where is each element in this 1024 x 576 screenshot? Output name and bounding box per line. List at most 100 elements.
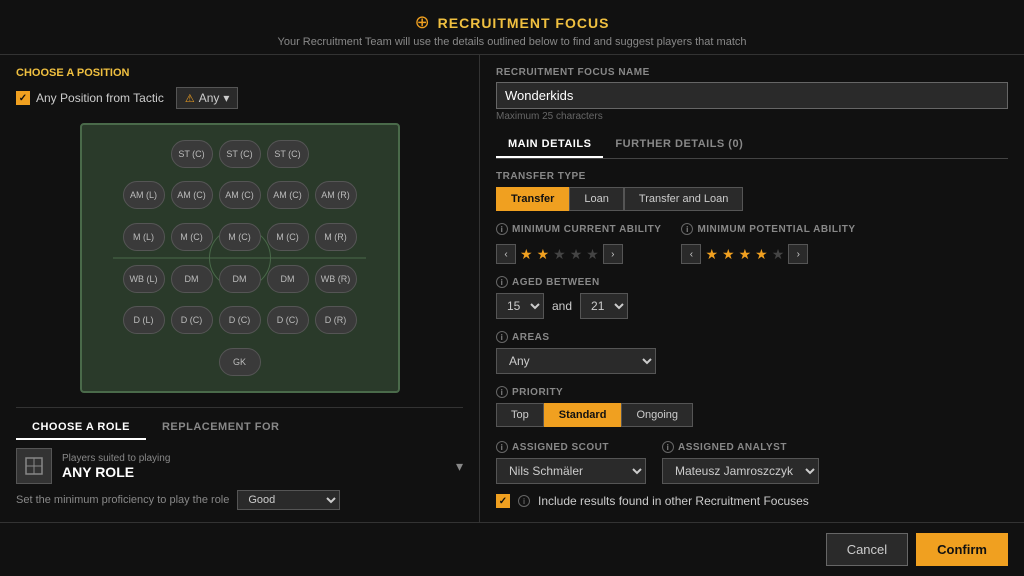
position-d-r[interactable]: D (R) <box>315 306 357 334</box>
cancel-button[interactable]: Cancel <box>826 533 908 566</box>
age-and-label: and <box>552 299 572 313</box>
role-dropdown-arrow[interactable]: ▾ <box>456 458 463 475</box>
star-current-1: ★ <box>520 246 533 263</box>
priority-top-btn[interactable]: Top <box>496 403 544 427</box>
position-am-r[interactable]: AM (R) <box>315 181 357 209</box>
position-d-c-2[interactable]: D (C) <box>219 306 261 334</box>
tab-main-details[interactable]: MAIN DETAILS <box>496 132 603 158</box>
position-am-c-1[interactable]: AM (C) <box>171 181 213 209</box>
star-potential-4: ★ <box>755 246 768 263</box>
star-potential-3: ★ <box>739 246 752 263</box>
info-icon-potential[interactable]: i <box>681 223 693 235</box>
transfer-type-label: TRANSFER TYPE <box>496 171 1008 182</box>
current-ability-prev[interactable]: ‹ <box>496 244 516 264</box>
position-m-r[interactable]: M (R) <box>315 223 357 251</box>
any-position-checkbox-label[interactable]: ✓ Any Position from Tactic <box>16 91 164 105</box>
modal-subtitle: Your Recruitment Team will use the detai… <box>0 36 1024 48</box>
analyst-label: i ASSIGNED ANALYST <box>662 441 819 453</box>
position-d-l[interactable]: D (L) <box>123 306 165 334</box>
role-info: Players suited to playing ANY ROLE <box>62 453 446 480</box>
role-tabs: CHOOSE A ROLE REPLACEMENT FOR <box>16 416 463 440</box>
include-row: ✓ i Include results found in other Recru… <box>496 494 1008 508</box>
include-label: Include results found in other Recruitme… <box>538 494 809 508</box>
current-ability-stars-row: ‹ ★ ★ ★ ★ ★ › <box>496 244 661 264</box>
position-m-c-1[interactable]: M (C) <box>171 223 213 251</box>
transfer-type-row: Transfer Loan Transfer and Loan <box>496 187 1008 211</box>
info-icon-analyst[interactable]: i <box>662 441 674 453</box>
position-dm-2[interactable]: DM <box>219 265 261 293</box>
areas-label: i AREAS <box>496 331 1008 343</box>
modal-footer: Cancel Confirm <box>0 522 1024 576</box>
star-potential-2: ★ <box>722 246 735 263</box>
details-tabs: MAIN DETAILS FURTHER DETAILS (0) <box>496 132 1008 159</box>
position-m-c-3[interactable]: M (C) <box>267 223 309 251</box>
current-ability-next[interactable]: › <box>603 244 623 264</box>
include-checkbox[interactable]: ✓ <box>496 494 510 508</box>
ability-row: i MINIMUM CURRENT ABILITY ‹ ★ ★ ★ ★ ★ › <box>496 223 1008 264</box>
position-st-c-1[interactable]: ST (C) <box>171 140 213 168</box>
star-current-2: ★ <box>537 246 550 263</box>
any-dropdown[interactable]: ⚠ Any ▾ <box>176 87 239 109</box>
info-icon-scout[interactable]: i <box>496 441 508 453</box>
age-to-select[interactable]: 2122232425 <box>580 293 628 319</box>
position-dm-3[interactable]: DM <box>267 265 309 293</box>
scout-select[interactable]: Nils Schmäler <box>496 458 646 484</box>
potential-ability-stars-row: ‹ ★ ★ ★ ★ ★ › <box>681 244 855 264</box>
confirm-button[interactable]: Confirm <box>916 533 1008 566</box>
target-icon: ⊕ <box>415 12 430 33</box>
scout-label: i ASSIGNED SCOUT <box>496 441 646 453</box>
position-am-c-2[interactable]: AM (C) <box>219 181 261 209</box>
min-potential-ability-label: i MINIMUM POTENTIAL ABILITY <box>681 223 855 235</box>
tab-choose-role[interactable]: CHOOSE A ROLE <box>16 416 146 440</box>
position-wb-r[interactable]: WB (R) <box>315 265 357 293</box>
left-panel: CHOOSE A POSITION ✓ Any Position from Ta… <box>0 55 480 522</box>
star-potential-5: ★ <box>772 246 785 263</box>
priority-standard-btn[interactable]: Standard <box>544 403 622 427</box>
position-m-l[interactable]: M (L) <box>123 223 165 251</box>
position-am-c-3[interactable]: AM (C) <box>267 181 309 209</box>
info-icon-include[interactable]: i <box>518 495 530 507</box>
age-from-select[interactable]: 15161718192021 <box>496 293 544 319</box>
proficiency-row: Set the minimum proficiency to play the … <box>16 490 463 510</box>
tab-further-details[interactable]: FURTHER DETAILS (0) <box>603 132 755 158</box>
position-am-l[interactable]: AM (L) <box>123 181 165 209</box>
min-potential-ability-block: i MINIMUM POTENTIAL ABILITY ‹ ★ ★ ★ ★ ★ … <box>681 223 855 264</box>
position-st-c-2[interactable]: ST (C) <box>219 140 261 168</box>
position-m-c-2[interactable]: M (C) <box>219 223 261 251</box>
tab-replacement-for[interactable]: REPLACEMENT FOR <box>146 416 296 440</box>
analyst-select[interactable]: Mateusz Jamroszczyk <box>662 458 819 484</box>
role-section: CHOOSE A ROLE REPLACEMENT FOR Players su… <box>16 407 463 510</box>
transfer-btn[interactable]: Transfer <box>496 187 569 211</box>
position-d-c-3[interactable]: D (C) <box>267 306 309 334</box>
proficiency-select[interactable]: Good Accomplished Natural <box>237 490 340 510</box>
potential-ability-next[interactable]: › <box>788 244 808 264</box>
info-icon-priority[interactable]: i <box>496 386 508 398</box>
potential-ability-prev[interactable]: ‹ <box>681 244 701 264</box>
min-current-ability-label: i MINIMUM CURRENT ABILITY <box>496 223 661 235</box>
transfer-and-loan-btn[interactable]: Transfer and Loan <box>624 187 743 211</box>
info-icon-areas[interactable]: i <box>496 331 508 343</box>
right-panel: RECRUITMENT FOCUS NAME Maximum 25 charac… <box>480 55 1024 522</box>
focus-name-input[interactable] <box>496 82 1008 109</box>
position-wb-l[interactable]: WB (L) <box>123 265 165 293</box>
position-dm-1[interactable]: DM <box>171 265 213 293</box>
focus-name-label: RECRUITMENT FOCUS NAME <box>496 67 1008 78</box>
any-position-checkbox[interactable]: ✓ <box>16 91 30 105</box>
pitch-row-am: AM (L) AM (C) AM (C) AM (C) AM (R) <box>123 181 357 209</box>
priority-label: i PRIORITY <box>496 386 1008 398</box>
star-potential-1: ★ <box>705 246 718 263</box>
pitch-row-st: ST (C) ST (C) ST (C) <box>171 140 309 168</box>
modal-header: ⊕ RECRUITMENT FOCUS Your Recruitment Tea… <box>0 0 1024 55</box>
aged-between-label: i AGED BETWEEN <box>496 276 1008 288</box>
pitch: ST (C) ST (C) ST (C) AM (L) AM (C) AM (C… <box>80 123 400 393</box>
star-current-3: ★ <box>553 246 566 263</box>
position-d-c-1[interactable]: D (C) <box>171 306 213 334</box>
info-icon-age[interactable]: i <box>496 276 508 288</box>
position-gk[interactable]: GK <box>219 348 261 376</box>
loan-btn[interactable]: Loan <box>569 187 623 211</box>
areas-select[interactable]: Any Europe South America <box>496 348 656 374</box>
info-icon-current[interactable]: i <box>496 223 508 235</box>
position-st-c-3[interactable]: ST (C) <box>267 140 309 168</box>
priority-ongoing-btn[interactable]: Ongoing <box>621 403 693 427</box>
analyst-block: i ASSIGNED ANALYST Mateusz Jamroszczyk <box>662 441 819 484</box>
